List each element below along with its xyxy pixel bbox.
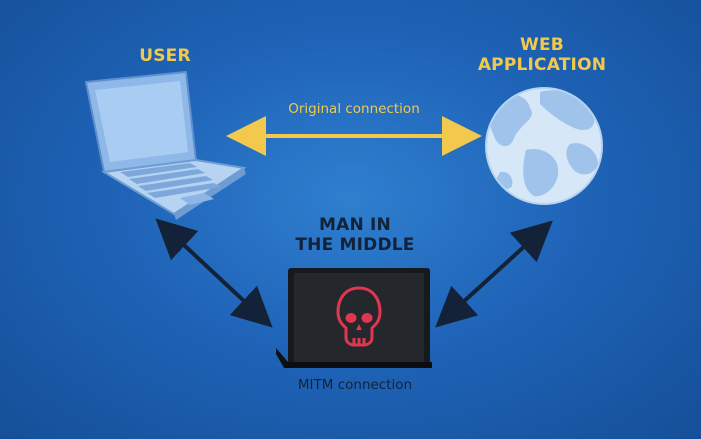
web-title-line2: APPLICATION [477, 54, 607, 75]
mitm-connection-label: MITM connection [297, 377, 413, 393]
man-in-the-middle-title: MAN IN THE MIDDLE [280, 215, 430, 255]
user-title: USER [139, 46, 191, 66]
web-title-line1: WEB [520, 35, 564, 55]
original-connection-label: Original connection [288, 101, 420, 117]
web-application-title: WEB APPLICATION [462, 35, 622, 75]
web-mitm-arrow [435, 220, 553, 328]
mitm-diagram: USER WEB APPLICATION Original connection… [0, 0, 701, 439]
globe-icon [485, 87, 603, 205]
user-mitm-arrow [155, 218, 273, 328]
mitm-title-line2: THE MIDDLE [295, 234, 415, 255]
mitm-title-line1: MAN IN [319, 215, 391, 235]
laptop-icon [84, 70, 247, 220]
